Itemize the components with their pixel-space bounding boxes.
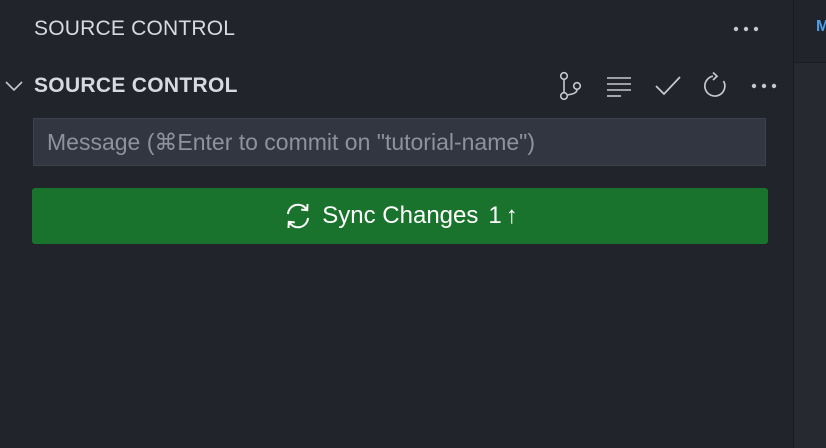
arrow-up-icon: ↑: [505, 202, 518, 229]
editor-area: M: [794, 0, 826, 448]
view-title: SOURCE CONTROL: [34, 17, 236, 40]
sync-label: Sync Changes: [322, 202, 479, 229]
section-title: SOURCE CONTROL: [34, 74, 238, 97]
section-header[interactable]: SOURCE CONTROL: [0, 66, 793, 106]
outgoing-count: 1: [488, 202, 502, 229]
editor-tab-label: M: [816, 18, 826, 36]
commit-message-input[interactable]: [33, 118, 766, 166]
source-control-panel: SOURCE CONTROL SOURCE CONTROL Message (⌘…: [0, 0, 793, 448]
checkmark-icon[interactable]: [652, 70, 684, 102]
chevron-down-icon[interactable]: [4, 76, 24, 96]
branch-graph-icon[interactable]: [554, 70, 586, 102]
sync-changes-button[interactable]: Sync Changes 1 ↑: [32, 188, 768, 244]
ellipsis-icon[interactable]: [748, 70, 780, 102]
refresh-icon[interactable]: [699, 70, 731, 102]
sync-icon: [282, 200, 314, 232]
list-view-icon[interactable]: [603, 70, 635, 102]
editor-tab[interactable]: M: [794, 0, 826, 63]
view-more-actions-icon[interactable]: [730, 14, 762, 44]
